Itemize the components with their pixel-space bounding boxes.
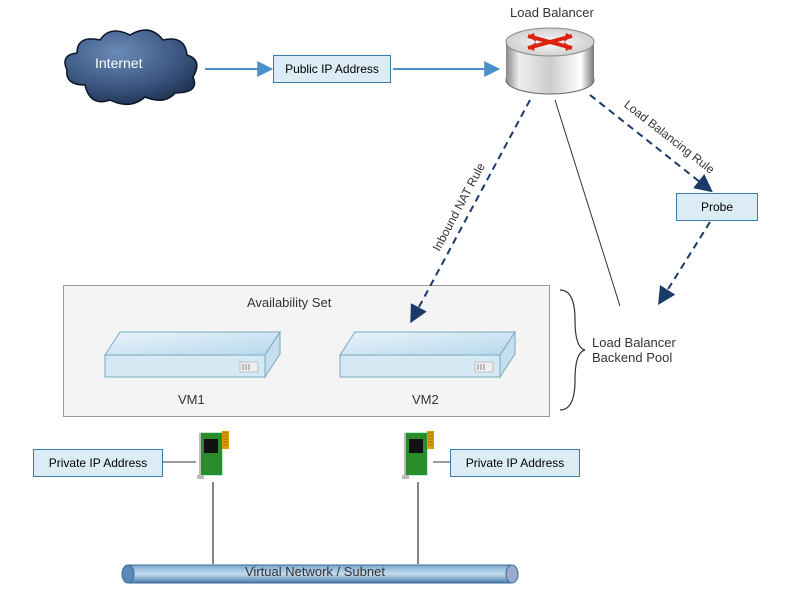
vm1-icon: [85, 320, 285, 390]
vm2-icon: [320, 320, 520, 390]
vm1-label: VM1: [178, 392, 205, 407]
backend-pool-label: Load Balancer Backend Pool: [592, 335, 676, 365]
public-ip-box: Public IP Address: [273, 55, 391, 83]
load-balancer-label: Load Balancer: [510, 5, 594, 20]
vnet-label: Virtual Network / Subnet: [245, 564, 385, 579]
probe-box: Probe: [676, 193, 758, 221]
public-ip-text: Public IP Address: [285, 62, 379, 76]
vm2-label: VM2: [412, 392, 439, 407]
availability-set-label: Availability Set: [247, 295, 331, 310]
private-ip-right-box: Private IP Address: [450, 449, 580, 477]
inbound-nat-label: Inbound NAT Rule: [430, 161, 488, 254]
private-ip-left-box: Private IP Address: [33, 449, 163, 477]
load-balancer-icon: [500, 22, 600, 102]
nic-right-icon: [400, 425, 440, 485]
lb-rule-label: Load Balancing Rule: [621, 97, 717, 176]
private-ip-right-text: Private IP Address: [466, 456, 565, 470]
internet-label: Internet: [95, 55, 142, 71]
private-ip-left-text: Private IP Address: [49, 456, 148, 470]
nic-left-icon: [195, 425, 235, 485]
probe-text: Probe: [701, 200, 733, 214]
